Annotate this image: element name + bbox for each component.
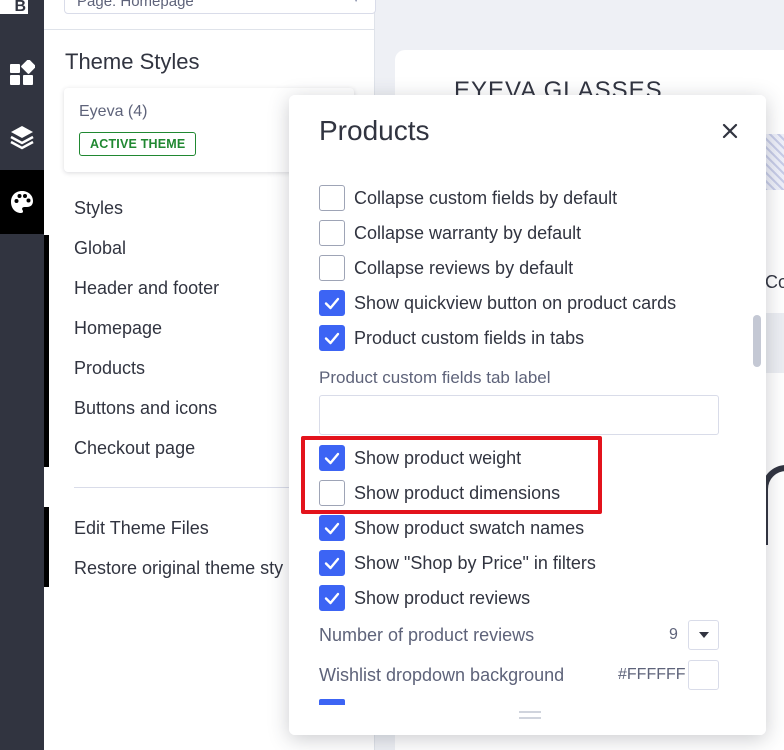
- sidebar-item-global[interactable]: Global: [74, 238, 126, 259]
- checkbox[interactable]: [319, 185, 345, 211]
- checkbox-label: Show product weight: [354, 447, 522, 468]
- edit-theme-files-link[interactable]: Edit Theme Files: [74, 518, 209, 539]
- sidebar-title: Theme Styles: [65, 49, 200, 74]
- checkbox-label: Product custom fields in tabs: [354, 327, 585, 348]
- checkbox[interactable]: [319, 480, 345, 506]
- tab-label-input[interactable]: [319, 395, 719, 435]
- close-icon[interactable]: [720, 121, 740, 141]
- checkbox-label: Show product reviews: [354, 587, 531, 608]
- checkmark-icon: [324, 592, 340, 605]
- show-shop-by-price-option[interactable]: Show "Shop by Price" in filters: [319, 550, 596, 576]
- theme-styles-nav-button[interactable]: [0, 170, 44, 234]
- selection-bar: [44, 507, 49, 587]
- wishlist-bg-color-swatch[interactable]: [688, 660, 719, 690]
- modal-body[interactable]: Collapse custom fields by default Collap…: [289, 165, 766, 705]
- sidebar-item-homepage[interactable]: Homepage: [74, 318, 162, 339]
- checkbox-checked[interactable]: [319, 585, 345, 611]
- checkbox-checked[interactable]: [319, 290, 345, 316]
- quickview-button-option[interactable]: Show quickview button on product cards: [319, 290, 676, 316]
- checkbox[interactable]: [319, 220, 345, 246]
- reviews-count-label: Number of product reviews: [319, 625, 535, 645]
- show-product-dimensions-option[interactable]: Show product dimensions: [319, 480, 560, 506]
- checkbox-label: Show product swatch names: [354, 517, 585, 538]
- checkbox-label: Show "Shop by Price" in filters: [354, 552, 596, 573]
- restore-theme-styles-link[interactable]: Restore original theme sty: [74, 558, 283, 579]
- sidebar-item-styles[interactable]: Styles: [74, 198, 123, 219]
- preview-block: [765, 313, 784, 373]
- app-logo[interactable]: B: [0, 0, 28, 14]
- sidebar-item-products[interactable]: Products: [74, 358, 145, 379]
- chevron-down-icon: ▼: [351, 0, 361, 7]
- checkmark-icon: [324, 557, 340, 570]
- checkbox-label: Show product dimensions: [354, 482, 561, 503]
- show-product-reviews-option[interactable]: Show product reviews: [319, 585, 530, 611]
- checkbox-label: Show quickview button on product cards: [354, 292, 677, 313]
- custom-fields-tabs-option[interactable]: Product custom fields in tabs: [319, 325, 584, 351]
- wishlist-bg-value: #FFFFFF: [618, 666, 686, 683]
- theme-name: Eyeva (4): [79, 103, 148, 120]
- active-theme-badge: ACTIVE THEME: [79, 132, 197, 156]
- products-settings-modal: Products Collapse custom fields by defau…: [289, 95, 766, 735]
- divider: [44, 29, 375, 30]
- reviews-count-value: 9: [669, 626, 678, 643]
- preview-text: Co: [765, 272, 784, 292]
- collapse-warranty-option[interactable]: Collapse warranty by default: [319, 220, 581, 246]
- modal-footer: [289, 705, 766, 735]
- tab-label-field-label: Product custom fields tab label: [319, 368, 551, 387]
- checkbox-checked[interactable]: [319, 550, 345, 576]
- sidebar-item-header-footer[interactable]: Header and footer: [74, 278, 219, 299]
- collapse-custom-fields-option[interactable]: Collapse custom fields by default: [319, 185, 617, 211]
- checkbox-label: Collapse custom fields by default: [354, 187, 618, 208]
- palette-icon: [11, 191, 33, 213]
- collapse-reviews-option[interactable]: Collapse reviews by default: [319, 255, 573, 281]
- sidebar-item-checkout[interactable]: Checkout page: [74, 438, 195, 459]
- checkbox-label: Collapse warranty by default: [354, 222, 582, 243]
- checkbox-label: Collapse reviews by default: [354, 257, 574, 278]
- reviews-count-dropdown[interactable]: [688, 620, 719, 650]
- app-rail: B: [0, 0, 44, 750]
- modal-header: Products: [289, 95, 766, 165]
- checkmark-icon: [324, 332, 340, 345]
- wishlist-bg-label: Wishlist dropdown background: [319, 665, 565, 685]
- selection-bar: [44, 235, 49, 467]
- checkbox-checked[interactable]: [319, 445, 345, 471]
- layers-nav-button[interactable]: [0, 105, 44, 169]
- caret-down-icon: [698, 632, 709, 638]
- modal-title: Products: [319, 115, 430, 146]
- page-select[interactable]: Page: Homepage ▼: [64, 0, 376, 14]
- sidebar-item-buttons-icons[interactable]: Buttons and icons: [74, 398, 217, 419]
- layers-icon: [10, 126, 34, 150]
- show-product-weight-option[interactable]: Show product weight: [319, 445, 521, 471]
- checkbox-checked[interactable]: [319, 325, 345, 351]
- checkbox-checked[interactable]: [319, 515, 345, 541]
- checkmark-icon: [324, 522, 340, 535]
- resize-handle-icon[interactable]: [519, 711, 541, 719]
- checkbox[interactable]: [319, 255, 345, 281]
- dashboard-icon: [10, 60, 35, 85]
- preview-banner: [765, 134, 784, 190]
- page-select-value: Page: Homepage: [77, 0, 194, 10]
- show-swatch-names-option[interactable]: Show product swatch names: [319, 515, 584, 541]
- checkmark-icon: [324, 297, 340, 310]
- checkmark-icon: [324, 452, 340, 465]
- dashboard-nav-button[interactable]: [0, 41, 44, 105]
- modal-scrollbar-thumb[interactable]: [753, 315, 761, 367]
